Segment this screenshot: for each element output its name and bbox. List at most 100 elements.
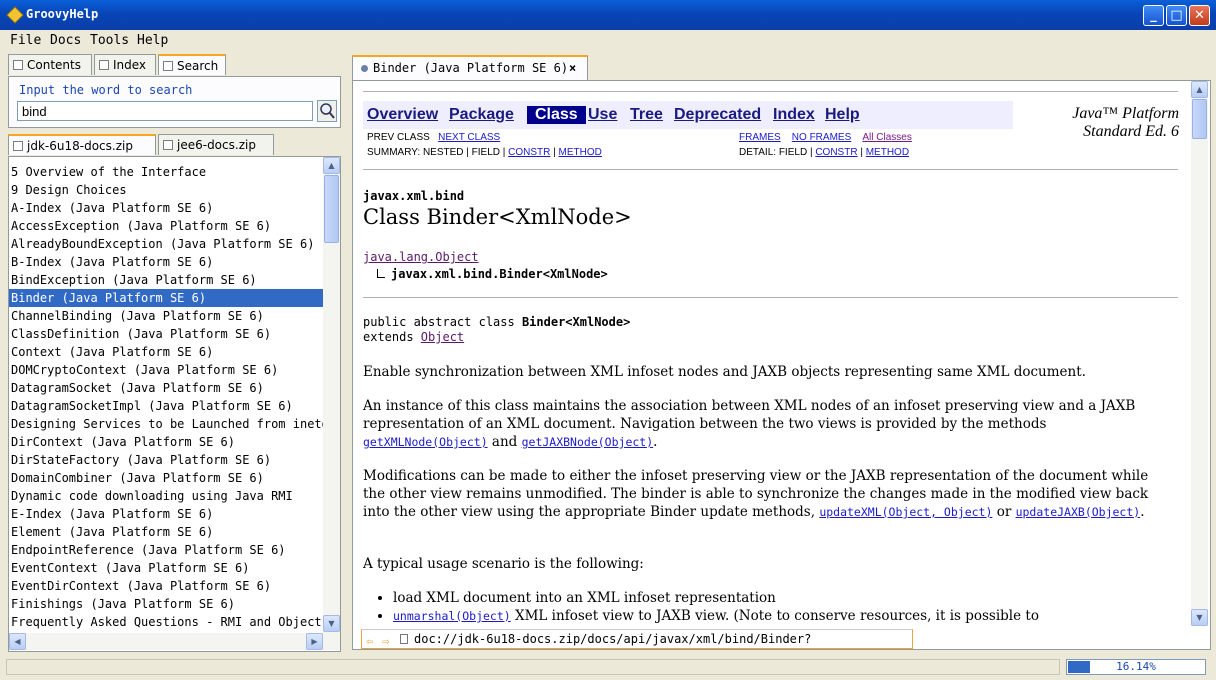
updatexml-link[interactable]: updateXML(Object, Object) xyxy=(819,505,992,519)
scroll-thumb[interactable] xyxy=(324,175,339,243)
result-item[interactable]: BindException (Java Platform SE 6) xyxy=(9,271,323,289)
nav-help[interactable]: Help xyxy=(825,106,860,124)
scroll-right-button[interactable]: ▶ xyxy=(306,633,323,650)
result-item[interactable]: ClassDefinition (Java Platform SE 6) xyxy=(9,325,323,343)
maximize-button[interactable]: □ xyxy=(1166,5,1187,26)
result-item[interactable]: AccessException (Java Platform SE 6) xyxy=(9,217,323,235)
close-tab-icon[interactable]: × xyxy=(569,57,576,79)
unmarshal-link[interactable]: unmarshal(Object) xyxy=(393,609,511,623)
result-item[interactable]: Finishings (Java Platform SE 6) xyxy=(9,595,323,613)
detail-constr-link[interactable]: CONSTR xyxy=(815,147,857,158)
inherit-child-label: javax.xml.bind.Binder<XmlNode> xyxy=(391,267,608,281)
menu-docs[interactable]: Docs xyxy=(50,33,81,48)
result-item[interactable]: EventDirContext (Java Platform SE 6) xyxy=(9,577,323,595)
prev-next-row: PREV CLASS NEXT CLASS xyxy=(367,132,500,143)
next-class-link[interactable]: NEXT CLASS xyxy=(438,132,500,143)
result-item[interactable]: ChannelBinding (Java Platform SE 6) xyxy=(9,307,323,325)
branding-line2: Standard Ed. 6 xyxy=(1083,123,1179,140)
search-button[interactable] xyxy=(317,100,337,122)
usage-item-2: unmarshal(Object) XML infoset view to JA… xyxy=(393,607,1039,625)
scroll-up-button[interactable]: ▲ xyxy=(323,157,340,174)
para-3: Modifications can be made to either the … xyxy=(363,467,1169,521)
summary-method-link[interactable]: METHOD xyxy=(559,147,602,158)
nav-tree[interactable]: Tree xyxy=(630,106,663,124)
result-item[interactable]: A-Index (Java Platform SE 6) xyxy=(9,199,323,217)
result-item[interactable]: DatagramSocketImpl (Java Platform SE 6) xyxy=(9,397,323,415)
progress-text: 16.14% xyxy=(1116,660,1156,673)
result-item[interactable]: Frequently Asked Questions - RMI and Obj… xyxy=(9,613,323,631)
title-bar: GroovyHelp _ □ ✕ xyxy=(0,0,1216,30)
result-item[interactable]: DOMCryptoContext (Java Platform SE 6) xyxy=(9,361,323,379)
result-item[interactable]: 5 Overview of the Interface xyxy=(9,163,323,181)
scroll-left-button[interactable]: ◀ xyxy=(9,633,26,650)
scroll-down-button[interactable]: ▼ xyxy=(323,615,340,632)
all-classes-link[interactable]: All Classes xyxy=(862,132,911,143)
top-divider xyxy=(363,91,1178,92)
menu-help[interactable]: Help xyxy=(137,33,168,48)
result-item[interactable]: DirStateFactory (Java Platform SE 6) xyxy=(9,451,323,469)
usage-item-2-text: XML infoset view to JAXB view. (Note to … xyxy=(510,608,1039,624)
para-3-mid: or xyxy=(992,504,1016,520)
decl-extends-link[interactable]: Object xyxy=(421,330,464,344)
para-3-end: . xyxy=(1140,504,1145,520)
result-item[interactable]: DirContext (Java Platform SE 6) xyxy=(9,433,323,451)
minimize-button[interactable]: _ xyxy=(1143,5,1164,26)
progress-bar: 16.14% xyxy=(1066,659,1206,675)
results-vscrollbar[interactable]: ▲ ▼ xyxy=(323,157,340,633)
results: 5 Overview of the Interface 9 Design Choi… xyxy=(9,163,323,631)
no-frames-link[interactable]: NO FRAMES xyxy=(792,132,851,143)
nav-index[interactable]: Index xyxy=(773,106,815,124)
result-item[interactable]: Designing Services to be Launched from i… xyxy=(9,415,323,433)
class-title: Class Binder<XmlNode> xyxy=(363,205,632,229)
doc-scroll-thumb[interactable] xyxy=(1192,99,1207,139)
frames-link[interactable]: FRAMES xyxy=(739,132,781,143)
tab-contents[interactable]: Contents xyxy=(8,54,92,75)
para-4: A typical usage scenario is the followin… xyxy=(363,556,644,572)
getxmlnode-link[interactable]: getXMLNode(Object) xyxy=(363,435,488,449)
doc-scroll-up-button[interactable]: ▲ xyxy=(1191,81,1208,98)
tab-search[interactable]: Search xyxy=(158,54,226,75)
result-item[interactable]: Context (Java Platform SE 6) xyxy=(9,343,323,361)
doc-vscrollbar[interactable]: ▲ ▼ xyxy=(1191,81,1208,626)
class-declaration: public abstract class Binder<XmlNode> ex… xyxy=(363,315,630,345)
result-item[interactable]: DatagramSocket (Java Platform SE 6) xyxy=(9,379,323,397)
url-bar: ⇦ ⇨ doc://jdk-6u18-docs.zip/docs/api/jav… xyxy=(361,629,913,649)
tab-index[interactable]: Index xyxy=(94,54,156,75)
doc-tab[interactable]: Binder (Java Platform SE 6) × xyxy=(352,55,588,80)
nav-package[interactable]: Package xyxy=(449,106,514,124)
summary-constr-link[interactable]: CONSTR xyxy=(508,147,550,158)
back-arrow-icon[interactable]: ⇦ xyxy=(366,632,373,649)
inherit-parent-link[interactable]: java.lang.Object xyxy=(363,250,479,264)
tab-jdk-zip[interactable]: jdk-6u18-docs.zip xyxy=(8,134,156,155)
getjaxbnode-link[interactable]: getJAXBNode(Object) xyxy=(522,435,654,449)
tab-jdk-zip-label: jdk-6u18-docs.zip xyxy=(27,139,133,153)
result-item[interactable]: B-Index (Java Platform SE 6) xyxy=(9,253,323,271)
result-item[interactable]: Element (Java Platform SE 6) xyxy=(9,523,323,541)
url-text[interactable]: doc://jdk-6u18-docs.zip/docs/api/javax/x… xyxy=(414,630,912,649)
detail-method-link[interactable]: METHOD xyxy=(866,147,909,158)
nav-deprecated[interactable]: Deprecated xyxy=(674,106,761,124)
doc-tab-label: Binder (Java Platform SE 6) xyxy=(373,61,569,75)
result-item[interactable]: Dynamic code downloading using Java RMI xyxy=(9,487,323,505)
result-item[interactable]: EventContext (Java Platform SE 6) xyxy=(9,559,323,577)
close-button[interactable]: ✕ xyxy=(1189,5,1210,26)
window-title: GroovyHelp xyxy=(26,7,99,21)
result-item[interactable]: DomainCombiner (Java Platform SE 6) xyxy=(9,469,323,487)
nav-use[interactable]: Use xyxy=(588,106,617,124)
search-input[interactable]: bind xyxy=(17,101,313,121)
results-hscrollbar[interactable]: ◀ ▶ xyxy=(9,633,340,650)
result-item[interactable]: AlreadyBoundException (Java Platform SE … xyxy=(9,235,323,253)
nav-overview[interactable]: Overview xyxy=(367,106,438,124)
platform-branding: Java™ Platform Standard Ed. 6 xyxy=(1051,105,1179,141)
updatejaxb-link[interactable]: updateJAXB(Object) xyxy=(1016,505,1141,519)
app-icon xyxy=(6,6,24,24)
result-item[interactable]: E-Index (Java Platform SE 6) xyxy=(9,505,323,523)
result-item[interactable]: Binder (Java Platform SE 6) xyxy=(9,289,323,307)
result-item[interactable]: EndpointReference (Java Platform SE 6) xyxy=(9,541,323,559)
menu-tools[interactable]: Tools xyxy=(90,33,129,48)
menu-file[interactable]: File xyxy=(10,33,41,48)
tab-jee-zip[interactable]: jee6-docs.zip xyxy=(158,134,274,155)
result-item[interactable]: 9 Design Choices xyxy=(9,181,323,199)
forward-arrow-icon[interactable]: ⇨ xyxy=(382,632,389,649)
doc-scroll-down-button[interactable]: ▼ xyxy=(1191,609,1208,626)
